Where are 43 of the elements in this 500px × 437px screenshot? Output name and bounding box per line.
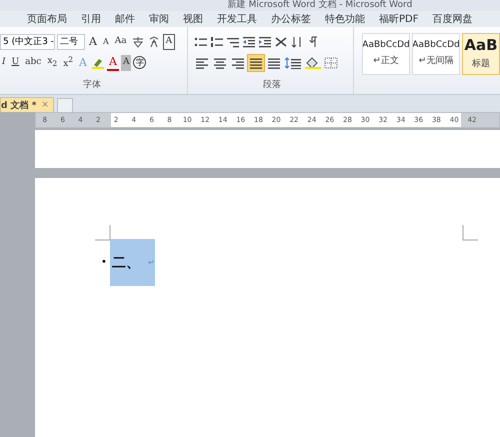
bullet: • <box>101 257 108 268</box>
font-size-field[interactable]: 二号 <box>57 34 85 50</box>
alignment-button[interactable] <box>248 54 264 70</box>
format-button[interactable]: abc <box>23 54 44 70</box>
format-button[interactable]: U <box>10 54 22 70</box>
increase-indent-icon <box>258 36 272 48</box>
ribbon-tab[interactable]: 开发工具 <box>210 11 264 27</box>
ribbon-tab[interactable]: 视图 <box>176 11 210 27</box>
grow-font-button[interactable]: A <box>87 34 99 50</box>
group-label: 字体 <box>82 78 102 91</box>
format-button[interactable]: x$_{2}$ <box>45 54 60 70</box>
enclosed-character-button[interactable]: 字 <box>133 56 146 69</box>
font-name-field[interactable]: 5 (中文正3 - <box>0 34 55 50</box>
ribbon-tab[interactable]: 百度网盘 <box>425 11 480 27</box>
margin-corner-icon <box>462 225 478 241</box>
style-option[interactable]: AaB 标题 <box>462 33 500 75</box>
ribbon-tab[interactable]: 特色功能 <box>318 11 372 27</box>
font-color-button[interactable]: A <box>107 54 119 70</box>
numbered-list-icon <box>210 36 224 48</box>
border-letter-button[interactable]: A <box>162 34 176 50</box>
shrink-font-button[interactable]: A <box>100 34 111 50</box>
multilevel-list-icon <box>226 36 240 48</box>
bullet-list-icon <box>194 36 208 48</box>
document-text: 二、 <box>112 254 140 272</box>
line-spacing-icon <box>284 56 302 68</box>
highlighter-icon <box>91 56 105 68</box>
format-button[interactable]: I <box>0 54 8 70</box>
ribbon-tab[interactable]: 邮件 <box>108 11 142 27</box>
ribbon-tab[interactable]: 福昕PDF <box>372 11 426 27</box>
decrease-indent-icon <box>242 36 256 48</box>
paragraph-mark: ↵ <box>148 258 155 267</box>
ribbon-tab[interactable]: 办公标签 <box>264 11 318 27</box>
character-shading-button[interactable]: A <box>120 54 132 70</box>
change-case-button[interactable]: Aa <box>112 34 129 50</box>
ribbon-tab[interactable]: 页面布局 <box>20 11 74 27</box>
paint-bucket-icon <box>304 56 322 68</box>
ribbon-tab[interactable]: 引用 <box>74 11 108 27</box>
ribbon-tab[interactable]: 审阅 <box>142 11 176 27</box>
document-tab[interactable]: d 文档 * × <box>0 97 54 112</box>
format-button[interactable]: x$^{2}$ <box>61 54 76 70</box>
group-label: 段落 <box>262 78 282 91</box>
borders-icon <box>324 56 338 68</box>
margin-corner-icon <box>95 225 111 241</box>
